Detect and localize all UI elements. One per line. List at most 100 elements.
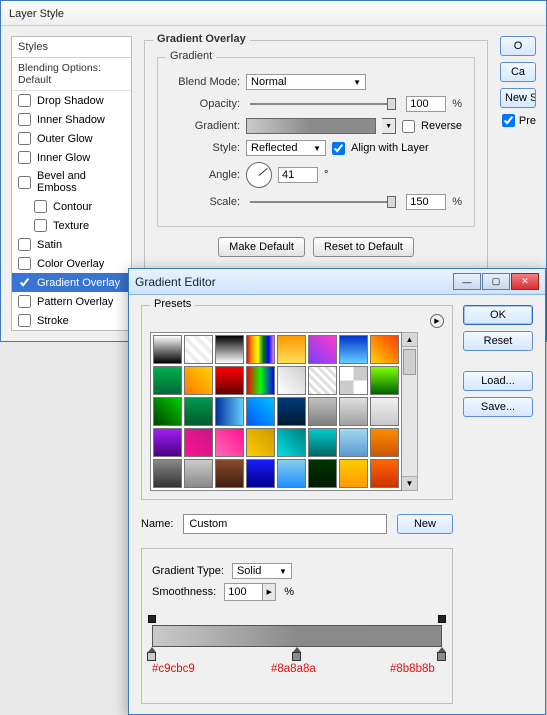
style-dropdown[interactable]: Reflected ▼ <box>246 140 326 156</box>
style-checkbox[interactable] <box>18 276 31 289</box>
angle-dial[interactable] <box>246 162 272 188</box>
preset-swatch[interactable] <box>277 366 306 395</box>
preset-swatch[interactable] <box>153 397 182 426</box>
opacity-slider[interactable] <box>250 103 396 105</box>
style-checkbox[interactable] <box>18 132 31 145</box>
load-button[interactable]: Load... <box>463 371 533 391</box>
preset-swatch[interactable] <box>246 428 275 457</box>
preset-swatch[interactable] <box>184 366 213 395</box>
style-checkbox[interactable] <box>34 219 47 232</box>
ok-button[interactable]: O <box>500 36 536 56</box>
style-item-drop-shadow[interactable]: Drop Shadow <box>12 91 131 110</box>
preset-swatch[interactable] <box>308 428 337 457</box>
style-item-inner-glow[interactable]: Inner Glow <box>12 148 131 167</box>
preset-swatch[interactable] <box>246 459 275 488</box>
gradient-bar[interactable]: #c9cbc9#8a8a8a#8b8b8b <box>152 615 442 679</box>
preset-swatch[interactable] <box>215 335 244 364</box>
style-checkbox[interactable] <box>18 314 31 327</box>
preset-swatch[interactable] <box>246 335 275 364</box>
preset-swatch[interactable] <box>339 335 368 364</box>
layer-style-titlebar[interactable]: Layer Style <box>1 1 546 26</box>
blending-options-row[interactable]: Blending Options: Default <box>12 58 131 91</box>
align-checkbox[interactable] <box>332 142 345 155</box>
scale-slider[interactable] <box>250 201 396 203</box>
style-item-satin[interactable]: Satin <box>12 235 131 254</box>
cancel-button[interactable]: Ca <box>500 62 536 82</box>
reverse-checkbox[interactable] <box>402 120 415 133</box>
style-item-gradient-overlay[interactable]: Gradient Overlay <box>12 273 131 292</box>
preset-swatch[interactable] <box>215 459 244 488</box>
gradient-dropdown-button[interactable]: ▼ <box>382 118 396 134</box>
gradient-type-dropdown[interactable]: Solid ▼ <box>232 563 292 579</box>
style-item-outer-glow[interactable]: Outer Glow <box>12 129 131 148</box>
preset-swatch[interactable] <box>184 335 213 364</box>
reset-button[interactable]: Reset <box>463 331 533 351</box>
scroll-down-icon[interactable]: ▼ <box>402 476 417 490</box>
preset-swatch[interactable] <box>370 428 399 457</box>
style-checkbox[interactable] <box>34 200 47 213</box>
preset-swatch[interactable] <box>308 397 337 426</box>
opacity-input[interactable]: 100 <box>406 96 446 112</box>
preset-swatch[interactable] <box>215 397 244 426</box>
gradient-editor-titlebar[interactable]: Gradient Editor ― ▢ ✕ <box>129 269 545 295</box>
blend-mode-dropdown[interactable]: Normal ▼ <box>246 74 366 90</box>
preset-swatch[interactable] <box>339 428 368 457</box>
style-checkbox[interactable] <box>18 151 31 164</box>
preset-swatch[interactable] <box>153 428 182 457</box>
preset-swatch[interactable] <box>339 397 368 426</box>
maximize-button[interactable]: ▢ <box>482 273 510 290</box>
preset-swatch[interactable] <box>184 459 213 488</box>
preset-swatch[interactable] <box>370 335 399 364</box>
angle-input[interactable]: 41 <box>278 167 318 183</box>
style-item-texture[interactable]: Texture <box>12 216 131 235</box>
style-checkbox[interactable] <box>18 94 31 107</box>
ok-button[interactable]: OK <box>463 305 533 325</box>
style-item-inner-shadow[interactable]: Inner Shadow <box>12 110 131 129</box>
presets-menu-icon[interactable]: ▶ <box>430 314 444 328</box>
preset-swatch[interactable] <box>370 397 399 426</box>
smoothness-stepper[interactable]: ▶ <box>262 583 276 601</box>
style-checkbox[interactable] <box>18 295 31 308</box>
preset-swatch[interactable] <box>246 366 275 395</box>
preset-swatch[interactable] <box>153 335 182 364</box>
preset-swatch[interactable] <box>153 459 182 488</box>
preset-swatch[interactable] <box>339 366 368 395</box>
preset-swatch[interactable] <box>308 335 337 364</box>
scale-input[interactable]: 150 <box>406 194 446 210</box>
preset-swatch[interactable] <box>246 397 275 426</box>
minimize-button[interactable]: ― <box>453 273 481 290</box>
close-button[interactable]: ✕ <box>511 273 539 290</box>
new-button[interactable]: New <box>397 514 453 534</box>
gradient-swatch[interactable] <box>246 118 376 134</box>
make-default-button[interactable]: Make Default <box>218 237 305 257</box>
style-checkbox[interactable] <box>18 238 31 251</box>
preview-checkbox[interactable] <box>502 114 515 127</box>
presets-scrollbar[interactable]: ▲ ▼ <box>402 332 418 491</box>
preset-swatch[interactable] <box>370 366 399 395</box>
save-button[interactable]: Save... <box>463 397 533 417</box>
opacity-stop[interactable] <box>148 615 156 623</box>
color-stop[interactable] <box>437 647 446 661</box>
scroll-thumb[interactable] <box>403 349 416 375</box>
style-checkbox[interactable] <box>18 113 31 126</box>
style-item-color-overlay[interactable]: Color Overlay <box>12 254 131 273</box>
preset-swatch[interactable] <box>153 366 182 395</box>
color-stop[interactable] <box>292 647 301 661</box>
preset-swatch[interactable] <box>184 428 213 457</box>
smoothness-input[interactable]: 100 <box>224 583 262 601</box>
preset-swatch[interactable] <box>184 397 213 426</box>
preset-swatch[interactable] <box>308 459 337 488</box>
reset-default-button[interactable]: Reset to Default <box>313 237 414 257</box>
preset-swatch[interactable] <box>215 366 244 395</box>
color-stop[interactable] <box>147 647 156 661</box>
style-checkbox[interactable] <box>18 176 31 189</box>
style-checkbox[interactable] <box>18 257 31 270</box>
opacity-stop[interactable] <box>438 615 446 623</box>
styles-header[interactable]: Styles <box>12 37 131 58</box>
preset-swatch[interactable] <box>308 366 337 395</box>
name-input[interactable]: Custom <box>183 514 387 534</box>
preset-swatch[interactable] <box>277 459 306 488</box>
new-style-button[interactable]: New S <box>500 88 536 108</box>
preset-swatch[interactable] <box>277 335 306 364</box>
preset-swatch[interactable] <box>277 428 306 457</box>
